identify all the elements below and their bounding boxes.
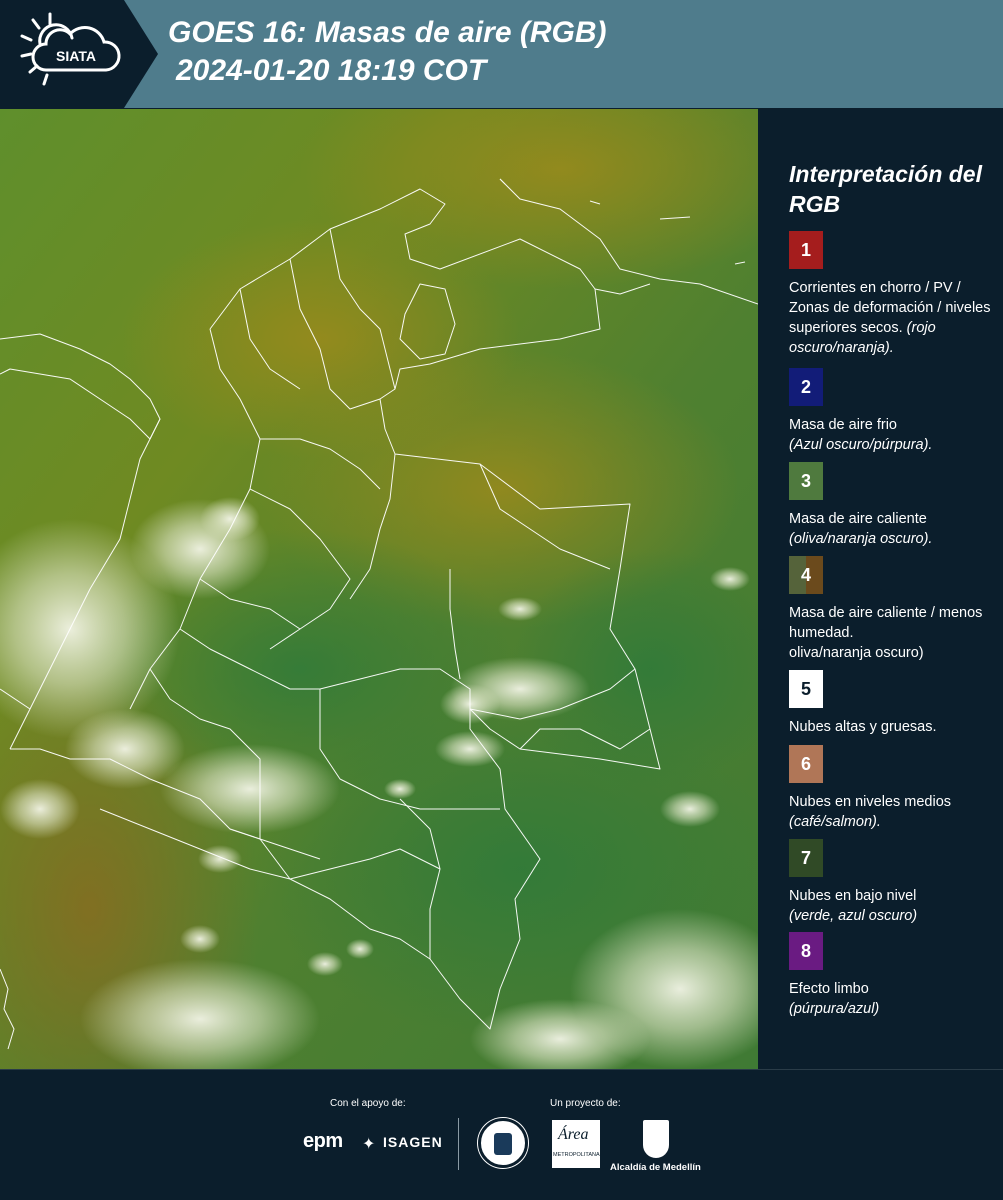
legend-note-4: oliva/naranja oscuro) [789, 645, 924, 661]
legend-note-8: (púrpura/azul) [789, 1001, 880, 1017]
legend-text-8: Efecto limbo [789, 981, 869, 997]
epm-logo: epm [303, 1130, 343, 1152]
legend-item-7: 7 Nubes en bajo nivel (verde, azul oscuro… [789, 839, 1001, 926]
siata-logo: SIATA [0, 0, 158, 108]
svg-text:SIATA: SIATA [56, 48, 96, 64]
satellite-map[interactable] [0, 109, 758, 1069]
legend-swatch-7: 7 [789, 839, 823, 877]
support-label: Con el apoyo de: [330, 1098, 406, 1109]
legend-note-3: (oliva/naranja oscuro). [789, 531, 933, 547]
legend-text-3: Masa de aire caliente [789, 511, 927, 527]
legend-panel: Interpretación del RGB 1 Corrientes en c… [758, 109, 1003, 1069]
legend-swatch-5: 5 [789, 670, 823, 708]
footer: Con el apoyo de: Un proyecto de: epm ✦ I… [0, 1069, 1003, 1200]
medellin-seal-icon [478, 1118, 528, 1168]
legend-note-6: (café/salmon). [789, 814, 881, 830]
legend-item-5: 5 Nubes altas y gruesas. [789, 670, 1001, 737]
project-label: Un proyecto de: [550, 1098, 621, 1109]
legend-title: Interpretación del RGB [789, 161, 982, 217]
page-title: GOES 16: Masas de aire (RGB) [168, 16, 607, 49]
legend-note-7: (verde, azul oscuro) [789, 908, 918, 924]
legend-swatch-1: 1 [789, 231, 823, 269]
alcaldia-label: Alcaldía de Medellín [610, 1162, 701, 1173]
page-subtitle-timestamp: 2024-01-20 18:19 COT [176, 54, 487, 87]
header: SIATA GOES 16: Masas de aire (RGB) 2024-… [0, 0, 1003, 108]
legend-text-7: Nubes en bajo nivel [789, 888, 917, 904]
legend-text-5: Nubes altas y gruesas. [789, 719, 937, 735]
legend-item-4: 4 Masa de aire caliente / menos humedad.… [789, 556, 1001, 663]
legend-swatch-3: 3 [789, 462, 823, 500]
footer-divider [458, 1118, 459, 1170]
legend-item-1: 1 Corrientes en chorro / PV / Zonas de d… [789, 231, 1001, 358]
legend-text-6: Nubes en niveles medios [789, 794, 952, 810]
legend-text-2: Masa de aire frio [789, 417, 897, 433]
legend-swatch-8: 8 [789, 932, 823, 970]
isagen-logo: ISAGEN [383, 1134, 443, 1150]
legend-item-2: 2 Masa de aire frio (Azul oscuro/púrpura)… [789, 368, 1001, 455]
isagen-icon: ✦ [362, 1136, 376, 1153]
legend-item-3: 3 Masa de aire caliente (oliva/naranja os… [789, 462, 1001, 549]
legend-item-8: 8 Efecto limbo (púrpura/azul) [789, 932, 1001, 1019]
legend-swatch-4: 4 [789, 556, 823, 594]
area-metropolitana-logo: Área METROPOLITANA [552, 1120, 600, 1168]
legend-text-1: Corrientes en chorro / PV / Zonas de def… [789, 280, 991, 336]
legend-swatch-2: 2 [789, 368, 823, 406]
alcaldia-shield-icon [643, 1120, 669, 1158]
legend-item-6: 6 Nubes en niveles medios (café/salmon). [789, 745, 1001, 832]
legend-swatch-6: 6 [789, 745, 823, 783]
legend-note-2: (Azul oscuro/púrpura). [789, 437, 933, 453]
legend-text-4: Masa de aire caliente / menos humedad. [789, 605, 983, 641]
